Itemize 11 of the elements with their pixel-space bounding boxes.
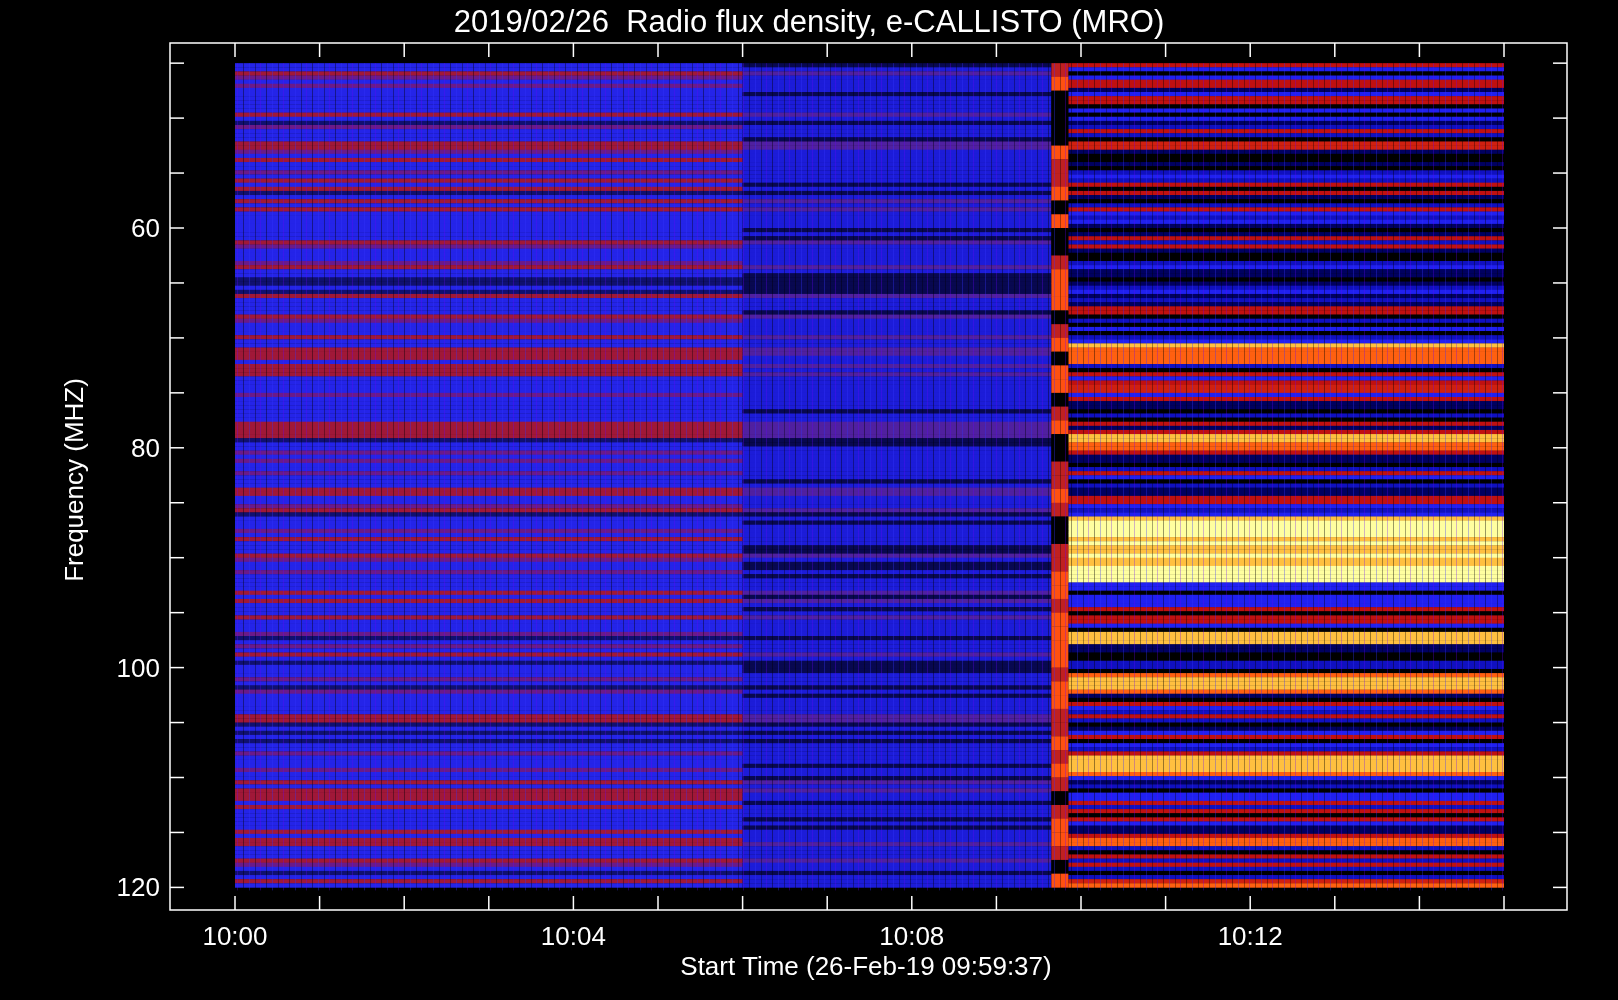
tick-label: 100 <box>116 652 160 683</box>
tick-label: 60 <box>131 213 160 243</box>
tick-label: 10:12 <box>1217 921 1283 951</box>
tick-label: 80 <box>131 432 160 463</box>
plot-title: 2019/02/26 Radio flux density, e-CALLISTO (MRO) <box>453 4 1165 39</box>
tick-label: 10:00 <box>202 921 268 951</box>
tick-label: 10:08 <box>879 921 945 951</box>
axis-label: Frequency (MHZ) <box>59 378 89 582</box>
tick-label: 120 <box>116 872 160 903</box>
axis-label: Start Time (26-Feb-19 09:59:37) <box>680 951 1052 981</box>
tick-label: 10:04 <box>540 921 606 951</box>
